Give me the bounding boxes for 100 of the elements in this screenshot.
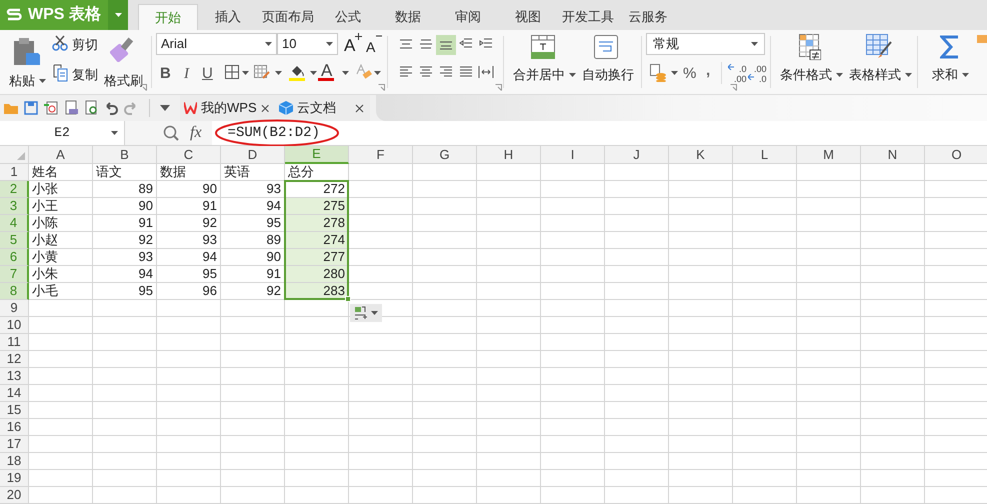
column-header[interactable]: B xyxy=(93,146,157,164)
caret-icon xyxy=(905,72,912,77)
plus-icon xyxy=(355,33,362,40)
table-cell: 278 xyxy=(285,215,348,231)
column-header[interactable]: G xyxy=(413,146,477,164)
decrease-font-button[interactable]: A xyxy=(366,40,376,54)
brush-icon xyxy=(110,36,136,62)
comma-button[interactable]: , xyxy=(706,60,710,82)
close-icon[interactable] xyxy=(355,104,364,112)
merge-center-button[interactable]: 合并居中 xyxy=(513,65,576,84)
ribbon-tab[interactable]: 开始 xyxy=(138,4,198,30)
cell-style-icon[interactable] xyxy=(254,65,270,80)
row-header[interactable]: 9 xyxy=(0,300,29,317)
table-style-button[interactable]: 表格样式 xyxy=(849,65,912,84)
caret-icon xyxy=(671,71,678,75)
row-header[interactable]: 19 xyxy=(0,470,29,487)
formula-field[interactable]: =SUM(B2:D2) xyxy=(212,121,987,145)
ribbon-tab[interactable]: 公式 xyxy=(318,4,378,30)
cut-button[interactable]: 剪切 xyxy=(72,35,98,54)
ribbon-tab[interactable]: 视图 xyxy=(498,4,558,30)
column-header[interactable]: N xyxy=(861,146,925,164)
number-format-dropdown[interactable]: 常规 xyxy=(646,33,765,55)
ribbon-tab[interactable]: 云服务 xyxy=(618,4,678,30)
ribbon-tab[interactable]: 页面布局 xyxy=(258,4,318,30)
conditional-format-button[interactable]: 条件格式 xyxy=(780,65,843,84)
table-style-icon xyxy=(866,34,892,60)
column-header[interactable]: O xyxy=(925,146,987,164)
save-icon[interactable] xyxy=(23,100,39,116)
row-header[interactable]: 16 xyxy=(0,419,29,436)
caret-icon xyxy=(374,71,381,75)
sum-button[interactable]: 求和 xyxy=(932,65,969,84)
export-icon[interactable] xyxy=(43,100,59,116)
row-header[interactable]: 15 xyxy=(0,402,29,419)
row-header[interactable]: 13 xyxy=(0,368,29,385)
column-header[interactable]: D xyxy=(221,146,285,164)
document-tab[interactable]: 我的WPS xyxy=(180,95,275,121)
ribbon-tab[interactable]: 数据 xyxy=(378,4,438,30)
decrease-decimal-button[interactable]: .00 .0 xyxy=(754,64,767,84)
borders-icon[interactable] xyxy=(225,65,239,79)
zoom-icon[interactable] xyxy=(163,125,179,141)
logo-icon xyxy=(6,8,22,22)
print-icon[interactable] xyxy=(63,100,79,116)
name-box[interactable]: E2 xyxy=(0,121,125,145)
row-header[interactable]: 14 xyxy=(0,385,29,402)
paste-button[interactable]: 粘贴 xyxy=(9,71,46,90)
align-icon[interactable] xyxy=(436,35,456,55)
fill-color-icon[interactable] xyxy=(289,63,305,81)
wrap-text-icon xyxy=(594,35,618,59)
ribbon-tab[interactable]: 审阅 xyxy=(438,4,498,30)
column-header[interactable]: M xyxy=(797,146,861,164)
underline-button[interactable]: U xyxy=(202,63,213,86)
column-header[interactable]: I xyxy=(541,146,605,164)
ribbon-tab[interactable]: 插入 xyxy=(198,4,258,30)
font-size-dropdown[interactable]: 10 xyxy=(277,33,338,55)
row-header[interactable]: 12 xyxy=(0,351,29,368)
row-header[interactable]: 20 xyxy=(0,487,29,504)
row-header[interactable]: 17 xyxy=(0,436,29,453)
caret-icon xyxy=(962,72,969,77)
table-cell: 280 xyxy=(285,266,348,282)
print-preview-icon[interactable] xyxy=(83,100,99,116)
caret-icon xyxy=(265,42,272,46)
font-color-button[interactable]: A xyxy=(321,58,332,84)
copy-button[interactable]: 复制 xyxy=(72,65,98,84)
fill-handle[interactable] xyxy=(345,296,351,302)
column-header[interactable]: K xyxy=(669,146,733,164)
table-cell: 283 xyxy=(285,283,348,299)
row-header[interactable]: 1 xyxy=(0,164,29,181)
format-painter-button[interactable]: 格式刷 xyxy=(104,71,143,90)
column-header[interactable]: A xyxy=(29,146,93,164)
column-header[interactable]: H xyxy=(477,146,541,164)
paste-options-button[interactable] xyxy=(350,304,382,322)
close-icon[interactable] xyxy=(260,104,269,112)
scissors-icon xyxy=(52,35,68,51)
currency-icon[interactable] xyxy=(650,64,666,82)
sigma-icon xyxy=(940,35,960,59)
column-header[interactable]: F xyxy=(349,146,413,164)
caret-icon xyxy=(342,71,349,75)
percent-button[interactable]: % xyxy=(683,63,696,86)
bold-button[interactable]: B xyxy=(160,63,171,86)
column-header[interactable]: C xyxy=(157,146,221,164)
column-header[interactable]: L xyxy=(733,146,797,164)
caret-icon xyxy=(569,72,576,77)
increase-font-button[interactable]: A xyxy=(344,37,356,54)
caret-icon xyxy=(114,13,122,17)
column-header[interactable]: J xyxy=(605,146,669,164)
row-header[interactable]: 18 xyxy=(0,453,29,470)
ribbon-tab[interactable]: 开发工具 xyxy=(558,4,618,30)
increase-decimal-button[interactable]: .0 .00 xyxy=(734,64,747,84)
minus-icon xyxy=(376,35,382,37)
insert-function-button[interactable]: fx xyxy=(190,121,202,145)
font-name-dropdown[interactable]: Arial xyxy=(156,33,277,55)
row-header[interactable]: 11 xyxy=(0,334,29,351)
row-header[interactable]: 10 xyxy=(0,317,29,334)
document-tab[interactable]: 云文档 xyxy=(275,95,370,121)
dropdown-icon[interactable] xyxy=(160,105,170,111)
cube-icon xyxy=(279,101,293,115)
paste-options-icon xyxy=(354,306,368,320)
caret-icon xyxy=(39,78,46,83)
wrap-text-button[interactable]: 自动换行 xyxy=(582,65,634,84)
italic-button[interactable]: I xyxy=(184,63,189,86)
